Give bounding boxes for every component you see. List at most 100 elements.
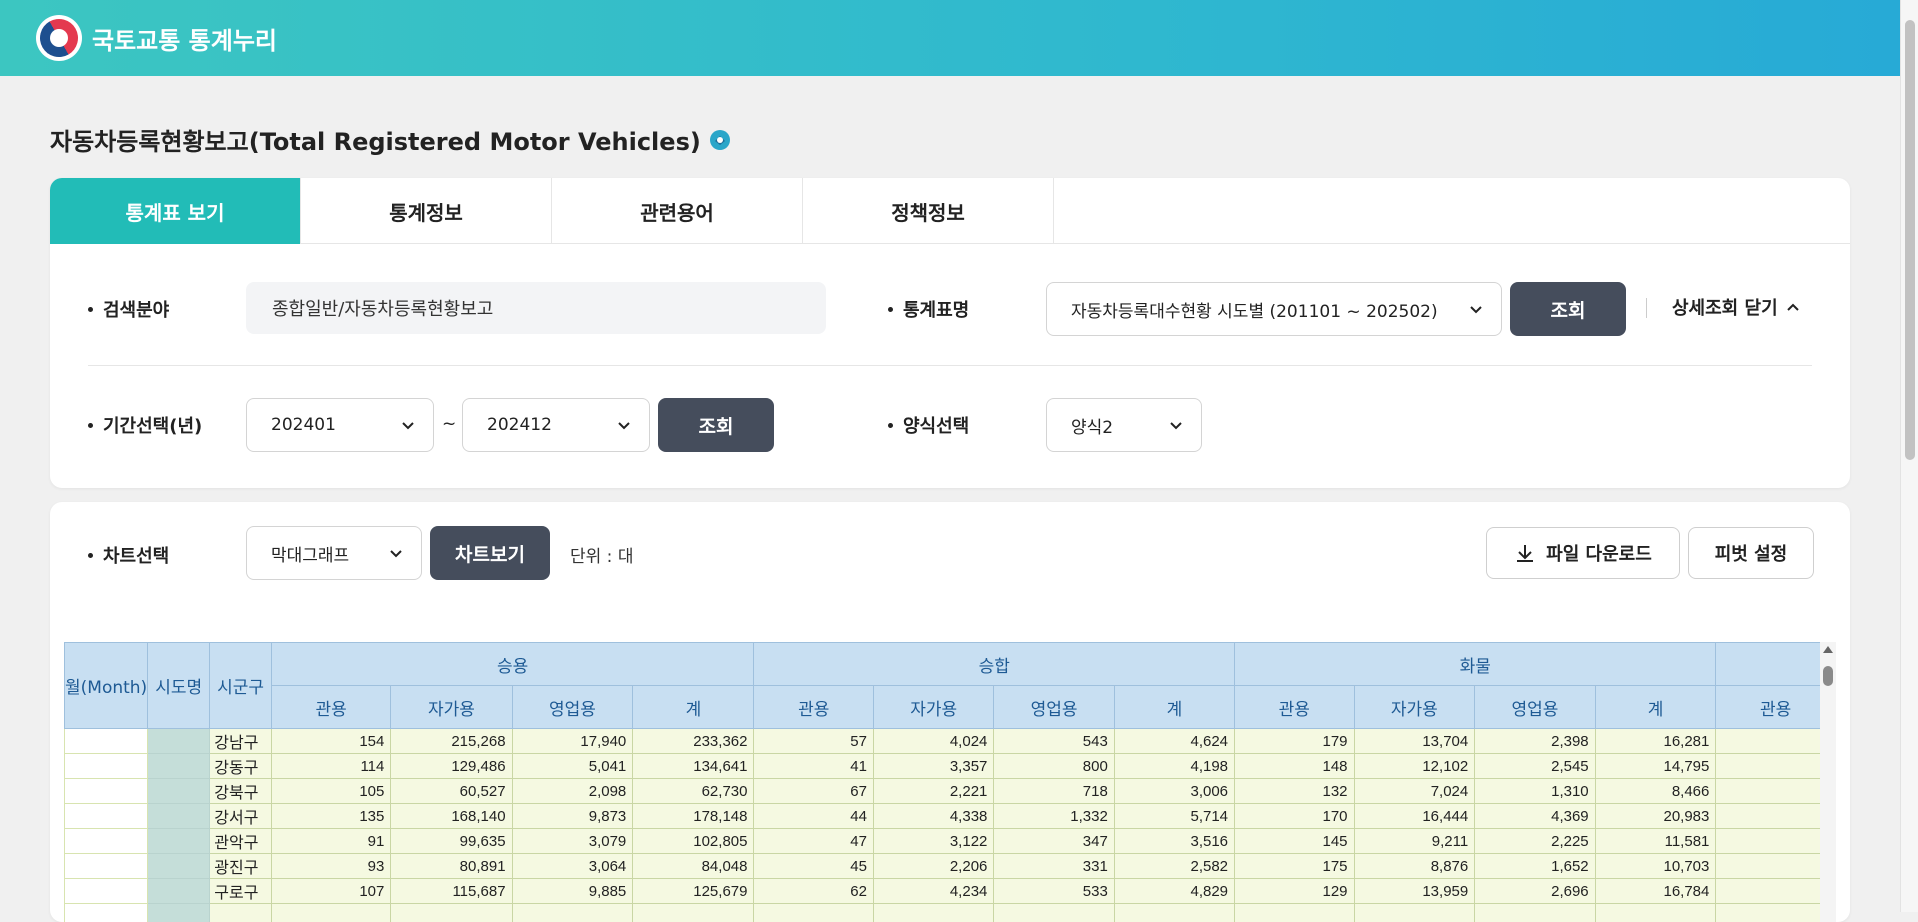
table-name-select[interactable]: 자동차등록대수현황 시도별 (201101 ~ 202502): [1046, 282, 1502, 336]
page-title-text: 자동차등록현황보고(Total Registered Motor Vehicle…: [50, 122, 701, 157]
value-cell: 4,198: [1114, 754, 1234, 779]
period-to-select[interactable]: 202412: [462, 398, 650, 452]
grid-scrollbar[interactable]: [1820, 642, 1836, 922]
pivot-settings-button[interactable]: 피벗 설정: [1688, 527, 1814, 579]
col-header-sigungu[interactable]: 시군구: [210, 643, 272, 729]
value-cell: 47: [754, 829, 873, 854]
value-cell: [1716, 804, 1836, 829]
table-row[interactable]: 구로구107115,6879,885125,679624,2345334,829…: [65, 879, 1836, 904]
value-cell: 800: [994, 754, 1114, 779]
sub-header-cell[interactable]: 관용: [1235, 686, 1354, 729]
value-cell: 168,140: [391, 804, 512, 829]
chevron-down-icon: [401, 418, 415, 432]
value-cell: 4,624: [1114, 729, 1234, 754]
taegeuk-logo-icon: [36, 15, 82, 61]
value-cell: 84,048: [633, 854, 754, 879]
value-cell: 4,829: [1114, 879, 1234, 904]
group-header-special[interactable]: [1716, 643, 1836, 686]
file-download-label: 파일 다운로드: [1546, 540, 1652, 566]
result-card: 차트선택 막대그래프 차트보기 단위 : 대 파일 다운로드 피벗 설정 월(M…: [50, 502, 1850, 922]
sigungu-cell: [210, 904, 272, 922]
tab-stat-info[interactable]: 통계정보: [301, 178, 552, 244]
value-cell: 115,687: [391, 879, 512, 904]
value-cell: 12,102: [1354, 754, 1475, 779]
sub-header-cell[interactable]: 관용: [754, 686, 873, 729]
sub-header-cell[interactable]: 영업용: [512, 686, 633, 729]
share-icon[interactable]: [709, 129, 731, 151]
period-label: 기간선택(년): [88, 412, 202, 438]
value-cell: 114: [271, 754, 390, 779]
download-icon: [1514, 542, 1536, 564]
scroll-up-arrow-icon[interactable]: [1823, 646, 1833, 653]
sub-header-cell[interactable]: 자가용: [1354, 686, 1475, 729]
chevron-down-icon: [1469, 302, 1483, 316]
table-row[interactable]: 강남구154215,26817,940233,362574,0245434,62…: [65, 729, 1836, 754]
table-row[interactable]: 관악구9199,6353,079102,805473,1223473,51614…: [65, 829, 1836, 854]
group-header-van[interactable]: 승합: [754, 643, 1235, 686]
group-header-passenger[interactable]: 승용: [271, 643, 754, 686]
sido-cell: [148, 854, 210, 879]
tab-stat-table[interactable]: 통계표 보기: [50, 178, 301, 244]
sub-header-cell[interactable]: 영업용: [1475, 686, 1595, 729]
tab-policy[interactable]: 정책정보: [803, 178, 1054, 244]
sub-header-cell[interactable]: 관용: [271, 686, 390, 729]
value-cell: 105: [271, 779, 390, 804]
value-cell: [1716, 854, 1836, 879]
sub-header-cell[interactable]: 영업용: [994, 686, 1114, 729]
col-header-month[interactable]: 월(Month): [65, 643, 148, 729]
table-row[interactable]: 광진구9380,8913,06484,048452,2063312,582175…: [65, 854, 1836, 879]
sub-header-cell[interactable]: 계: [1114, 686, 1234, 729]
sido-cell: [148, 754, 210, 779]
sub-header-cell[interactable]: 자가용: [873, 686, 993, 729]
period-query-button[interactable]: 조회: [658, 398, 774, 452]
month-cell: [65, 879, 148, 904]
chart-view-button[interactable]: 차트보기: [430, 526, 550, 580]
section-divider: [88, 365, 1812, 366]
table-row[interactable]: 강서구135168,1409,873178,148444,3381,3325,7…: [65, 804, 1836, 829]
value-cell: 9,211: [1354, 829, 1475, 854]
value-cell: [512, 904, 633, 922]
value-cell: 91: [271, 829, 390, 854]
chevron-down-icon: [389, 546, 403, 560]
table-row[interactable]: 강북구10560,5272,09862,730672,2217183,00613…: [65, 779, 1836, 804]
value-cell: 4,234: [873, 879, 993, 904]
value-cell: 8,876: [1354, 854, 1475, 879]
page-scrollbar-thumb[interactable]: [1905, 20, 1915, 460]
value-cell: 13,959: [1354, 879, 1475, 904]
value-cell: 3,079: [512, 829, 633, 854]
sub-header-cell[interactable]: 계: [633, 686, 754, 729]
value-cell: 170: [1235, 804, 1354, 829]
sub-header-cell[interactable]: 계: [1595, 686, 1716, 729]
value-cell: 7,024: [1354, 779, 1475, 804]
format-select[interactable]: 양식2: [1046, 398, 1202, 452]
tab-glossary[interactable]: 관련용어: [552, 178, 803, 244]
detail-toggle-label: 상세조회 닫기: [1672, 294, 1778, 320]
value-cell: [1475, 904, 1595, 922]
value-cell: 9,873: [512, 804, 633, 829]
value-cell: 3,516: [1114, 829, 1234, 854]
month-cell: [65, 904, 148, 922]
file-download-button[interactable]: 파일 다운로드: [1486, 527, 1680, 579]
value-cell: 347: [994, 829, 1114, 854]
period-from-select[interactable]: 202401: [246, 398, 434, 452]
value-cell: [1716, 729, 1836, 754]
site-logo[interactable]: 국토교통 통계누리: [36, 15, 277, 61]
chart-type-select[interactable]: 막대그래프: [246, 526, 422, 580]
page-scrollbar[interactable]: [1900, 0, 1918, 912]
value-cell: 5,714: [1114, 804, 1234, 829]
value-cell: 62,730: [633, 779, 754, 804]
sub-header-cell[interactable]: 관용: [1716, 686, 1836, 729]
month-cell: [65, 854, 148, 879]
month-cell: [65, 779, 148, 804]
value-cell: 154: [271, 729, 390, 754]
value-cell: 178,148: [633, 804, 754, 829]
detail-toggle[interactable]: 상세조회 닫기: [1672, 294, 1800, 320]
table-row[interactable]: 강동구114129,4865,041134,641413,3578004,198…: [65, 754, 1836, 779]
value-cell: 20,983: [1595, 804, 1716, 829]
sub-header-cell[interactable]: 자가용: [391, 686, 512, 729]
query-button[interactable]: 조회: [1510, 282, 1626, 336]
grid-scrollbar-thumb[interactable]: [1823, 666, 1833, 686]
group-header-truck[interactable]: 화물: [1235, 643, 1716, 686]
col-header-sido[interactable]: 시도명: [148, 643, 210, 729]
table-row[interactable]: [65, 904, 1836, 922]
